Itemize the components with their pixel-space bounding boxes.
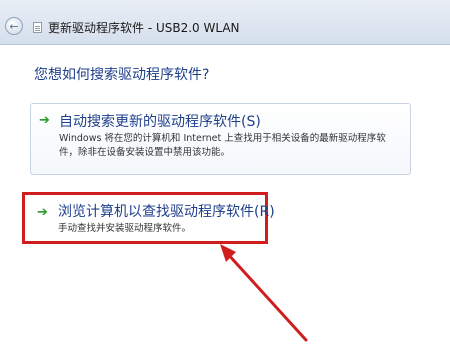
browse-computer-option[interactable]: ➔ 浏览计算机以查找驱动程序软件(R) 手动查找并安装驱动程序软件。 — [22, 192, 275, 244]
auto-search-option[interactable]: ➔ 自动搜索更新的驱动程序软件(S) Windows 将在您的计算机和 Inte… — [30, 103, 411, 175]
auto-search-title: 自动搜索更新的驱动程序软件(S) — [59, 114, 261, 130]
browse-computer-description: 手动查找并安装驱动程序软件。 — [58, 223, 192, 234]
window-title: 更新驱动程序软件 - USB2.0 WLAN — [48, 21, 240, 35]
auto-search-description: Windows 将在您的计算机和 Internet 上查找用于相关设备的最新驱动… — [59, 133, 386, 158]
green-arrow-icon: ➔ — [37, 205, 48, 220]
back-arrow-icon[interactable]: ← — [5, 17, 23, 35]
title-bar: ← 更新驱动程序软件 - USB2.0 WLAN — [0, 0, 450, 45]
red-annotation-arrow — [220, 244, 308, 342]
green-arrow-icon: ➔ — [39, 113, 50, 128]
page-question: 您想如何搜索驱动程序软件? — [34, 67, 210, 83]
document-icon — [33, 22, 42, 33]
browse-computer-title: 浏览计算机以查找驱动程序软件(R) — [58, 204, 275, 220]
